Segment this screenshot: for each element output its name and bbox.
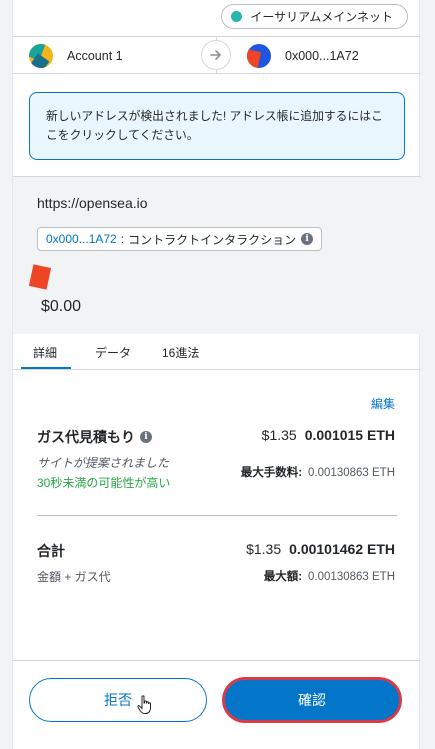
total-fiat-value: $1.35 [246, 541, 282, 557]
section-divider [37, 515, 397, 516]
new-address-notice[interactable]: 新しいアドレスが検出されました! アドレス帳に追加するにはここをクリックしてくだ… [29, 92, 405, 160]
new-address-notice-text: 新しいアドレスが検出されました! アドレス帳に追加するにはここをクリックしてくだ… [46, 109, 383, 142]
network-status-icon [231, 11, 243, 22]
gas-estimate-heading: ガス代見積もり i [37, 427, 152, 447]
max-fee-label: 最大手数料: [240, 467, 303, 479]
sender-recipient-row: Account 1 0x000...1A72 [13, 36, 421, 74]
max-amount-label: 最大額: [263, 571, 303, 583]
sender-account[interactable]: Account 1 [29, 44, 123, 68]
hand-cursor-icon [137, 695, 153, 715]
interaction-label: コントラクトインタラクション [128, 232, 297, 247]
contract-address-link[interactable]: 0x000...1A72 [46, 232, 117, 246]
transaction-amount: $0.00 [41, 298, 82, 315]
edit-button[interactable]: 編集 [371, 395, 395, 412]
max-fee-value: 0.00130863 ETH [308, 467, 395, 479]
recipient-address: 0x000...1A72 [285, 49, 359, 63]
total-label: 合計 [37, 543, 65, 559]
gas-info-icon[interactable]: i [140, 431, 152, 443]
max-amount-value: 0.00130863 ETH [308, 571, 395, 583]
gas-speed-text: 30秒未満の可能性が高い [37, 476, 171, 490]
gas-eth-value: 0.001015 ETH [304, 427, 395, 443]
network-row: イーサリアムメインネット [13, 0, 421, 36]
site-origin: https://opensea.io [37, 195, 148, 211]
chip-separator: : [120, 232, 125, 246]
confirm-button[interactable]: 確認 [223, 678, 401, 722]
tab-bar: 詳細 データ 16進法 [13, 334, 421, 370]
sender-account-name: Account 1 [67, 49, 123, 63]
max-fee: 最大手数料: 0.00130863 ETH [241, 464, 395, 480]
token-avatar [37, 260, 73, 296]
active-tab-indicator [21, 367, 71, 369]
site-info-area: https://opensea.io 0x000...1A72 : コントラクト… [13, 176, 421, 334]
tab-data[interactable]: データ [95, 344, 131, 361]
network-name: イーサリアムメインネット [250, 10, 393, 24]
reject-button[interactable]: 拒否 [29, 678, 207, 722]
total-subtitle: 金額 + ガス代 [37, 570, 111, 584]
arrow-right-icon [201, 40, 231, 70]
total-eth-value: 0.00101462 ETH [289, 541, 395, 557]
gas-estimate-value: $1.35 0.001015 ETH [262, 427, 395, 443]
contract-interaction-chip[interactable]: 0x000...1A72 : コントラクトインタラクション i [37, 227, 323, 251]
recipient-account[interactable]: 0x000...1A72 [247, 44, 359, 68]
action-footer: 拒否 確認 [13, 660, 421, 749]
confirm-transaction-panel: イーサリアムメインネット Account 1 0x000...1A72 新しいア… [12, 0, 421, 749]
gas-suggested-text: サイトが提案されました [37, 456, 170, 470]
tab-details[interactable]: 詳細 [33, 344, 57, 361]
max-amount: 最大額: 0.00130863 ETH [264, 568, 395, 584]
recipient-avatar-icon [247, 44, 271, 68]
sender-avatar-icon [29, 44, 53, 68]
gas-fiat-value: $1.35 [261, 427, 297, 443]
gas-estimate-label: ガス代見積もり [37, 429, 135, 445]
info-icon[interactable]: i [301, 233, 314, 245]
total-value: $1.35 0.00101462 ETH [246, 541, 395, 557]
tab-hex[interactable]: 16進法 [162, 344, 199, 361]
network-selector[interactable]: イーサリアムメインネット [221, 4, 408, 29]
